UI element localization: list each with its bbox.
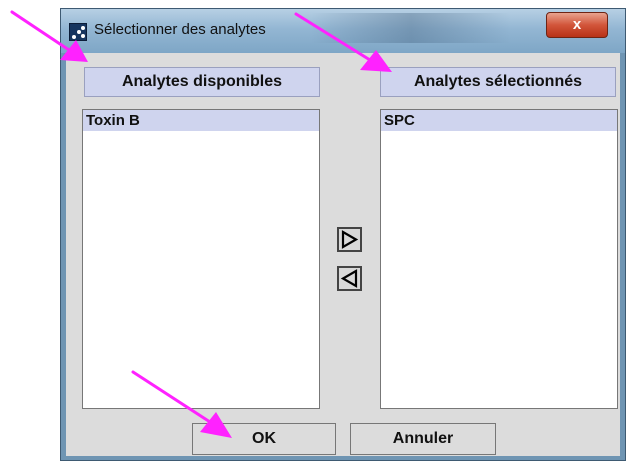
available-analytes-list[interactable]: Toxin B — [82, 109, 320, 409]
available-analytes-header[interactable]: Analytes disponibles — [84, 67, 320, 97]
remove-analyte-button[interactable] — [337, 266, 362, 291]
list-item[interactable]: SPC — [381, 110, 617, 131]
list-item[interactable]: Toxin B — [83, 110, 319, 131]
triangle-right-icon — [341, 230, 359, 249]
selected-analytes-list[interactable]: SPC — [380, 109, 618, 409]
app-icon — [69, 23, 87, 41]
cancel-button[interactable]: Annuler — [350, 423, 496, 455]
triangle-left-icon — [340, 269, 358, 288]
add-analyte-button[interactable] — [337, 227, 362, 252]
dialog-content: Analytes disponibles Analytes sélectionn… — [66, 53, 620, 456]
dialog-window: Sélectionner des analytes x Analytes dis… — [60, 8, 626, 461]
ok-button[interactable]: OK — [192, 423, 336, 455]
selected-analytes-header[interactable]: Analytes sélectionnés — [380, 67, 616, 97]
window-title: Sélectionner des analytes — [94, 21, 266, 38]
close-icon: x — [572, 16, 582, 33]
title-bar-glare — [311, 13, 511, 43]
close-button[interactable]: x — [546, 12, 608, 38]
title-bar[interactable]: Sélectionner des analytes x — [61, 9, 625, 53]
